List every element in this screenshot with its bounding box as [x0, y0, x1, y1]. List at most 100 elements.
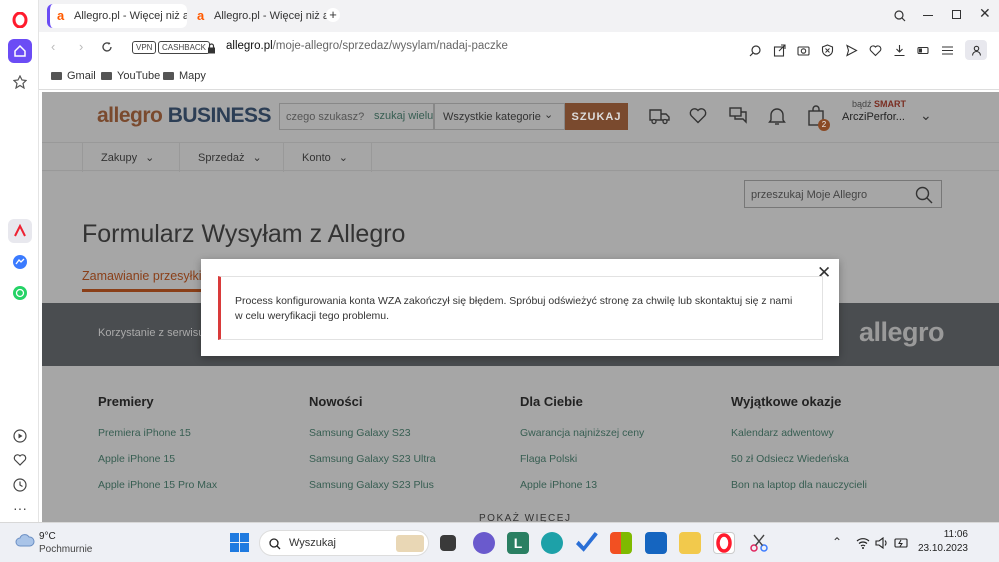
- search-page-icon[interactable]: [749, 44, 762, 57]
- bookmark-mapy[interactable]: Mapy: [163, 70, 206, 82]
- search-button[interactable]: SZUKAJ: [565, 103, 628, 130]
- account-name[interactable]: ArcziPerfor...: [842, 111, 905, 123]
- chevron-down-icon: ⌄: [338, 152, 348, 164]
- windows-start-icon[interactable]: [230, 533, 249, 557]
- footer-column-title: Dla Ciebie: [520, 394, 583, 409]
- more-dots-icon[interactable]: ···: [8, 496, 32, 520]
- footer-link[interactable]: Samsung Galaxy S23 Plus: [309, 479, 436, 491]
- search-many-link[interactable]: szukaj wielu: [374, 110, 433, 122]
- footer-link[interactable]: Samsung Galaxy S23 Ultra: [309, 453, 436, 465]
- new-tab-plus-icon[interactable]: +: [326, 8, 340, 22]
- cart-count-badge: 2: [818, 119, 830, 131]
- forward-icon[interactable]: ›: [79, 39, 83, 54]
- footer-link[interactable]: Apple iPhone 13: [520, 479, 644, 491]
- smart-badge[interactable]: bądź SMART: [852, 99, 906, 109]
- snipping-tool-icon[interactable]: [748, 532, 770, 554]
- history-clock-icon[interactable]: [8, 473, 32, 497]
- whatsapp-icon[interactable]: [8, 281, 32, 305]
- allegro-favicon-icon: a: [197, 8, 205, 23]
- bookmark-gmail[interactable]: Gmail: [51, 70, 96, 82]
- tab-strip: a Allegro.pl - Więcej niż aukcje a Alleg…: [39, 0, 999, 32]
- easy-setup-icon[interactable]: [941, 44, 954, 57]
- search-icon[interactable]: [915, 186, 933, 209]
- nav-zakupy[interactable]: Zakupy ⌄: [82, 143, 180, 172]
- tab-zamawianie[interactable]: Zamawianie przesyłki: [82, 269, 202, 292]
- weather-cloud-icon[interactable]: [15, 533, 35, 552]
- lock-icon[interactable]: [207, 41, 216, 59]
- mail-icon[interactable]: [645, 532, 667, 554]
- shield-icon[interactable]: [821, 43, 834, 57]
- share-icon[interactable]: [773, 43, 786, 57]
- cashback-badge[interactable]: CASHBACK: [158, 41, 211, 54]
- favorite-heart-icon[interactable]: [869, 44, 882, 57]
- teams-chat-icon[interactable]: [473, 532, 495, 554]
- tab-active[interactable]: a Allegro.pl - Więcej niż aukcje: [47, 4, 187, 28]
- reload-icon[interactable]: [101, 40, 113, 58]
- folder-icon: [101, 72, 112, 80]
- opera-taskbar-icon[interactable]: [713, 532, 735, 554]
- profile-icon[interactable]: [965, 40, 987, 60]
- messenger-icon[interactable]: [8, 250, 32, 274]
- messages-icon[interactable]: [728, 106, 748, 130]
- footer-link[interactable]: Premiera iPhone 15: [98, 427, 217, 439]
- battery-charging-icon[interactable]: [894, 536, 910, 554]
- nav-konto[interactable]: Konto ⌄: [284, 143, 372, 172]
- back-icon[interactable]: ‹: [51, 39, 55, 54]
- tab-second[interactable]: a Allegro.pl - Więcej niż aukcje: [190, 4, 330, 28]
- footer-link[interactable]: Gwarancja najniższej ceny: [520, 427, 644, 439]
- edge-icon[interactable]: [541, 532, 563, 554]
- watched-heart-icon[interactable]: [689, 107, 707, 129]
- camera-icon[interactable]: [797, 44, 810, 57]
- file-explorer-icon[interactable]: [679, 532, 701, 554]
- nav-sprzedaz[interactable]: Sprzedaż ⌄: [180, 143, 284, 172]
- store-icon[interactable]: [610, 532, 632, 554]
- wifi-icon[interactable]: [856, 536, 870, 554]
- aria-ai-icon[interactable]: [8, 219, 32, 243]
- maximize-icon[interactable]: [952, 10, 961, 19]
- taskbar-search[interactable]: Wyszukaj: [259, 530, 429, 556]
- download-icon[interactable]: [893, 44, 906, 57]
- allegro-header: allegro BUSINESS czego szukasz? szukaj w…: [42, 92, 999, 142]
- tray-chevron-up-icon[interactable]: ⌃: [832, 535, 842, 549]
- notifications-bell-icon[interactable]: [768, 106, 786, 131]
- clock-time[interactable]: 11:06: [930, 529, 968, 540]
- opera-sidebar: ···: [0, 0, 39, 522]
- url-field[interactable]: allegro.pl/moje-allegro/sprzedaz/wysylam…: [226, 40, 508, 52]
- close-window-icon[interactable]: ✕: [979, 5, 991, 22]
- task-view-icon[interactable]: [440, 535, 456, 551]
- footer-link[interactable]: Apple iPhone 15: [98, 453, 217, 465]
- delivery-truck-icon[interactable]: [648, 106, 670, 131]
- smart-prefix: bądź: [852, 99, 872, 109]
- vpn-badge[interactable]: VPN: [132, 41, 157, 54]
- footer-link[interactable]: Bon na laptop dla nauczycieli: [731, 479, 867, 491]
- footer-column-title: Premiery: [98, 394, 154, 409]
- app-l-icon[interactable]: L: [507, 532, 529, 554]
- address-bar: ‹ › VPN CASHBACK allegro.pl/moje-allegro…: [39, 32, 999, 63]
- heart-icon[interactable]: [8, 448, 32, 472]
- footer-link[interactable]: Flaga Polski: [520, 453, 644, 465]
- opera-logo-icon[interactable]: [8, 8, 32, 32]
- home-icon[interactable]: [8, 39, 32, 63]
- footer-link[interactable]: 50 zł Odsiecz Wiedeńska: [731, 453, 867, 465]
- minimize-icon[interactable]: [923, 15, 933, 16]
- allegro-favicon-icon: a: [57, 8, 65, 23]
- moje-allegro-search-input[interactable]: przeszukaj Moje Allegro: [744, 180, 942, 208]
- battery-saver-icon[interactable]: [917, 44, 930, 57]
- footer-link[interactable]: Apple iPhone 15 Pro Max: [98, 479, 217, 491]
- player-icon[interactable]: [8, 424, 32, 448]
- pinboard-star-icon[interactable]: [8, 70, 32, 94]
- tab-search-icon[interactable]: [894, 9, 906, 27]
- send-icon[interactable]: [845, 43, 858, 57]
- footer-link[interactable]: Kalendarz adwentowy: [731, 427, 867, 439]
- nav-label: Sprzedaż: [198, 151, 245, 164]
- footer-column-title: Wyjątkowe okazje: [731, 394, 842, 409]
- footer-link[interactable]: Samsung Galaxy S23: [309, 427, 436, 439]
- volume-icon[interactable]: [875, 536, 889, 554]
- bookmark-label: Mapy: [179, 70, 206, 82]
- allegro-business-logo[interactable]: allegro BUSINESS: [97, 104, 272, 128]
- clock-date[interactable]: 23.10.2023: [912, 543, 968, 554]
- nav-label: Zakupy: [101, 151, 138, 164]
- bookmark-youtube[interactable]: YouTube: [101, 70, 160, 82]
- chevron-down-icon: ⌄: [252, 152, 262, 164]
- account-chevron-down-icon[interactable]: ⌄: [920, 107, 932, 124]
